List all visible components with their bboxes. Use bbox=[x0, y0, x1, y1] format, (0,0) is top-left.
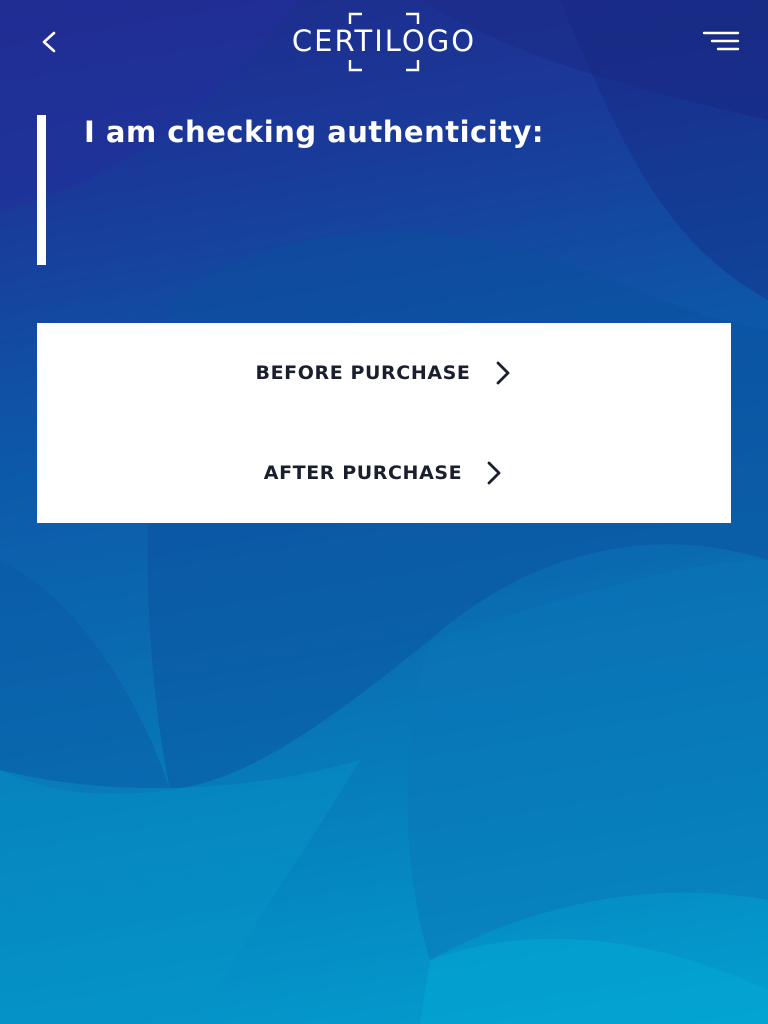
logo-text: CERTILOGO bbox=[291, 24, 477, 58]
hamburger-menu-icon bbox=[702, 31, 740, 51]
back-button[interactable] bbox=[30, 24, 70, 60]
options-panel: BEFORE PURCHASE AFTER PURCHASE bbox=[37, 323, 731, 523]
page-heading: I am checking authenticity: bbox=[84, 115, 545, 149]
menu-button[interactable] bbox=[700, 26, 744, 58]
before-purchase-button[interactable]: BEFORE PURCHASE bbox=[37, 323, 731, 423]
chevron-right-icon bbox=[487, 461, 501, 485]
chevron-left-icon bbox=[42, 31, 56, 53]
top-navigation-bar: CERTILOGO bbox=[0, 0, 768, 84]
chevron-right-icon bbox=[496, 361, 509, 385]
certilogo-logo: CERTILOGO bbox=[276, 10, 492, 74]
heading-block: I am checking authenticity: bbox=[37, 115, 737, 267]
heading-accent-bar bbox=[37, 115, 46, 265]
after-purchase-label: AFTER PURCHASE bbox=[263, 462, 463, 484]
after-purchase-button[interactable]: AFTER PURCHASE bbox=[37, 423, 731, 523]
before-purchase-label: BEFORE PURCHASE bbox=[255, 362, 471, 384]
